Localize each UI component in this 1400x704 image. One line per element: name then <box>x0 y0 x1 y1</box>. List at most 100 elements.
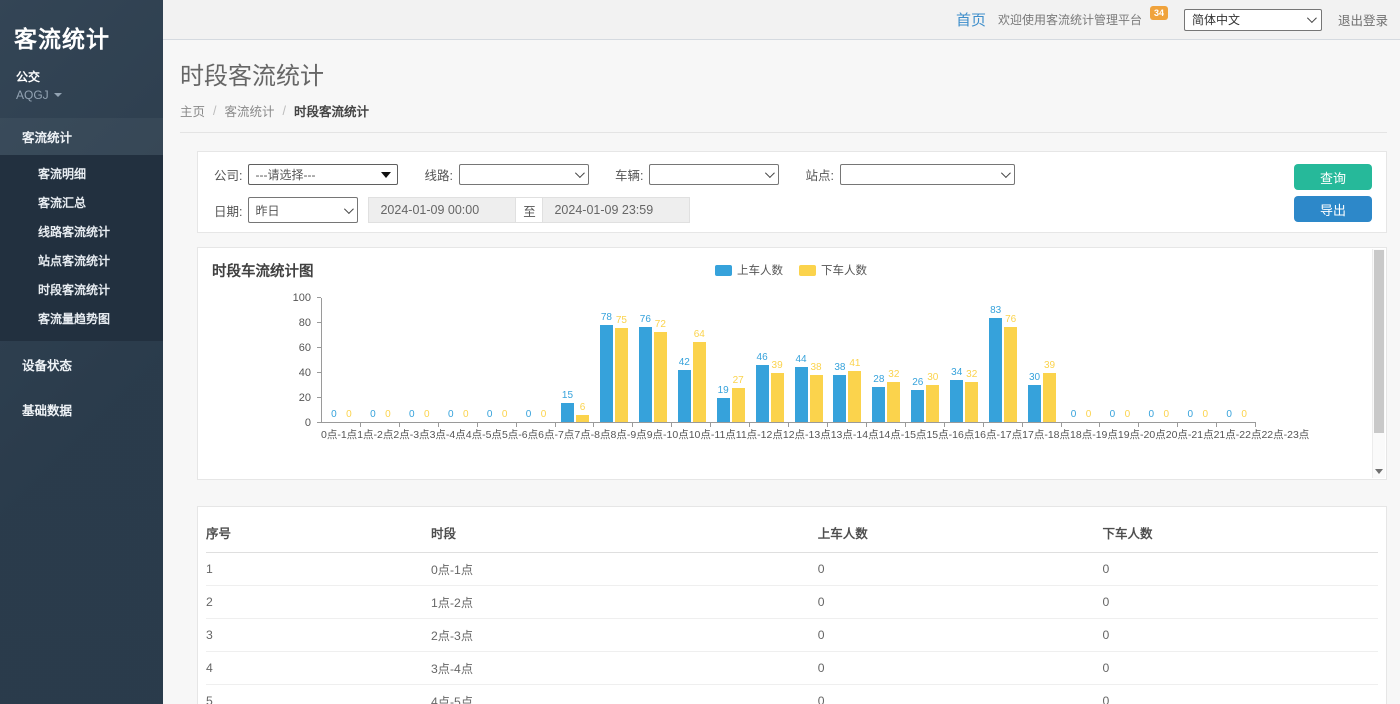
sidebar-submenu-item[interactable]: 线路客流统计 <box>0 217 163 246</box>
home-link[interactable]: 首页 <box>956 9 986 30</box>
language-select-value: 简体中文 <box>1192 11 1240 28</box>
bar-column: 32 <box>887 382 900 422</box>
bar-value-label: 0 <box>370 409 376 420</box>
brand-title: 客流统计 <box>0 0 163 54</box>
bar-group: 1927 <box>711 298 750 422</box>
date-preset-select[interactable]: 昨日 <box>248 197 358 223</box>
chart-title: 时段车流统计图 <box>212 264 314 280</box>
sidebar-submenu-item[interactable]: 时段客流统计 <box>0 275 163 304</box>
chevron-down-icon <box>1307 13 1317 23</box>
legend-swatch <box>799 265 816 276</box>
line-label: 线路: <box>424 165 452 184</box>
company-select[interactable]: ---请选择--- <box>248 164 398 185</box>
bar-value-label: 0 <box>463 409 469 420</box>
date-preset-value: 昨日 <box>255 202 279 219</box>
bar-value-label: 0 <box>409 409 415 420</box>
sidebar-submenu-item[interactable]: 客流量趋势图 <box>0 304 163 333</box>
table-cell: 0 <box>818 553 1103 586</box>
sidebar-section: 设备状态 <box>0 343 163 386</box>
x-axis-tick-label: 6点-7点 <box>538 427 574 441</box>
language-select[interactable]: 简体中文 <box>1184 9 1322 31</box>
x-axis-tick-label: 21点-22点 <box>1214 427 1262 441</box>
bar <box>965 382 978 422</box>
breadcrumb-link[interactable]: 客流统计 <box>225 101 275 120</box>
chevron-down-icon <box>1001 168 1011 178</box>
sidebar-section: 客流统计客流明细客流汇总线路客流统计站点客流统计时段客流统计客流量趋势图 <box>0 118 163 341</box>
bar-value-label: 0 <box>1086 409 1092 420</box>
x-axis-tick-label: 0点-1点 <box>321 427 357 441</box>
bar-value-label: 75 <box>616 315 627 326</box>
bar <box>833 375 846 423</box>
vehicle-select[interactable] <box>649 164 779 185</box>
sidebar-submenu-item[interactable]: 客流明细 <box>0 159 163 188</box>
bar <box>950 380 963 423</box>
bar-value-label: 0 <box>1110 409 1116 420</box>
y-axis-tick <box>317 397 321 398</box>
breadcrumb-separator: / <box>283 104 286 118</box>
bar-group: 156 <box>556 298 595 422</box>
scrollbar-thumb[interactable] <box>1374 250 1384 433</box>
x-axis-tick-label: 7点-8点 <box>574 427 610 441</box>
bar-column: 34 <box>950 380 963 423</box>
bar <box>693 342 706 422</box>
sidebar-menu-item[interactable]: 客流统计 <box>0 118 163 155</box>
sidebar-menu-item[interactable]: 设备状态 <box>0 343 163 386</box>
bar-value-label: 83 <box>990 305 1001 316</box>
sidebar-submenu-item[interactable]: 客流汇总 <box>0 188 163 217</box>
line-select[interactable] <box>459 164 589 185</box>
dropdown-arrow-icon <box>381 172 391 178</box>
bar-value-label: 15 <box>562 390 573 401</box>
sidebar-menu-item[interactable]: 基础数据 <box>0 388 163 431</box>
filter-panel: 公司: ---请选择--- 线路: 车辆: <box>197 151 1387 233</box>
organization-code: AQGJ <box>16 88 49 102</box>
legend-item[interactable]: 上车人数 <box>715 262 783 278</box>
y-axis-tick-label: 20 <box>299 392 311 404</box>
bar <box>561 403 574 422</box>
bar-value-label: 44 <box>795 354 806 365</box>
bar-group: 00 <box>322 298 361 422</box>
x-axis-tick-label: 8点-9点 <box>611 427 647 441</box>
y-axis-tick-label: 0 <box>305 417 311 429</box>
y-axis-tick <box>317 422 321 423</box>
chevron-down-icon <box>765 168 775 178</box>
organization-dropdown[interactable]: AQGJ <box>16 88 163 102</box>
date-from-input[interactable]: 2024-01-09 00:00 <box>368 197 516 223</box>
query-button[interactable]: 查询 <box>1294 164 1372 190</box>
x-axis-tick-label: 1点-2点 <box>357 427 393 441</box>
logout-link[interactable]: 退出登录 <box>1338 10 1388 29</box>
sidebar-submenu-item[interactable]: 站点客流统计 <box>0 246 163 275</box>
x-axis-tick-label: 4点-5点 <box>466 427 502 441</box>
sidebar-menu: 客流统计客流明细客流汇总线路客流统计站点客流统计时段客流统计客流量趋势图设备状态… <box>0 118 163 431</box>
bar <box>848 371 861 422</box>
scroll-down-arrow-icon <box>1375 469 1383 474</box>
bar-column: 75 <box>615 328 628 422</box>
date-to-input[interactable]: 2024-01-09 23:59 <box>542 197 690 223</box>
bar-value-label: 27 <box>733 375 744 386</box>
table-cell: 0 <box>1103 553 1378 586</box>
table-cell: 0 <box>818 652 1103 685</box>
table-row: 32点-3点00 <box>206 619 1378 652</box>
filter-row-selects: 公司: ---请选择--- 线路: 车辆: <box>214 164 1370 185</box>
bar-value-label: 0 <box>502 409 508 420</box>
bar-group: 3432 <box>945 298 984 422</box>
page-content: 时段客流统计 主页/客流统计/时段客流统计 公司: ---请选择--- 线路: <box>163 40 1400 704</box>
station-select[interactable] <box>840 164 1015 185</box>
bar-value-label: 0 <box>1226 409 1232 420</box>
breadcrumb-link[interactable]: 主页 <box>180 101 205 120</box>
table-body: 10点-1点0021点-2点0032点-3点0043点-4点0054点-5点00… <box>206 553 1378 704</box>
table-row: 43点-4点00 <box>206 652 1378 685</box>
bar <box>810 375 823 423</box>
y-axis-tick <box>317 297 321 298</box>
bar <box>756 365 769 423</box>
table-header-cell: 序号 <box>206 511 431 553</box>
export-button[interactable]: 导出 <box>1294 196 1372 222</box>
bar <box>911 390 924 423</box>
bar-value-label: 42 <box>679 357 690 368</box>
bar-group: 00 <box>1178 298 1217 422</box>
bar-value-label: 0 <box>424 409 430 420</box>
legend-item[interactable]: 下车人数 <box>799 262 867 278</box>
table-cell: 3 <box>206 619 431 652</box>
bar-column: 38 <box>810 375 823 423</box>
chart-scrollbar[interactable] <box>1372 249 1385 478</box>
breadcrumb: 主页/客流统计/时段客流统计 <box>180 101 1387 120</box>
